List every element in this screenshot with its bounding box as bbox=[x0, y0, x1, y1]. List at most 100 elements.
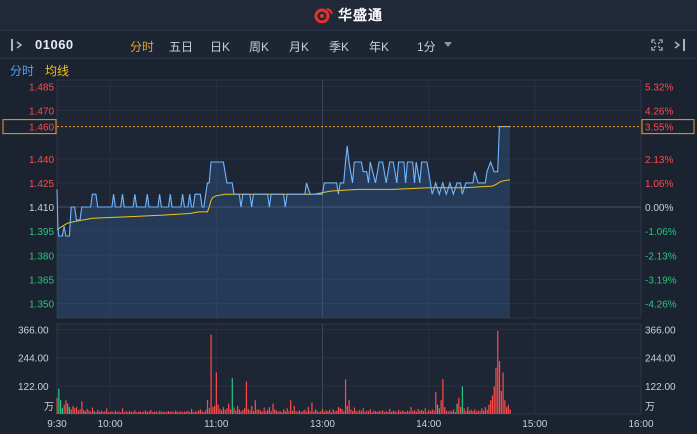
volume-bar bbox=[68, 407, 71, 414]
volume-bar bbox=[481, 408, 483, 414]
volume-bar bbox=[336, 410, 338, 414]
volume-bar bbox=[224, 409, 226, 414]
volume-bar bbox=[258, 409, 260, 414]
volume-bar bbox=[190, 408, 193, 414]
volume-bar bbox=[169, 411, 171, 414]
time-tick-label: 13:00 bbox=[310, 419, 335, 430]
volume-bar bbox=[306, 411, 308, 414]
volume-bar bbox=[408, 411, 410, 414]
volume-bar bbox=[245, 381, 248, 414]
volume-bar bbox=[143, 411, 145, 414]
volume-bar bbox=[148, 411, 150, 414]
volume-bar bbox=[267, 409, 269, 414]
volume-bar bbox=[509, 409, 511, 414]
volume-bar bbox=[406, 410, 409, 414]
volume-bar bbox=[286, 408, 288, 414]
volume-bar bbox=[412, 411, 414, 414]
volume-bar bbox=[373, 410, 375, 414]
percent-tick-label: -1.06% bbox=[645, 227, 677, 238]
volume-bar bbox=[313, 411, 315, 414]
volume-bar bbox=[263, 407, 265, 414]
volume-bar bbox=[136, 412, 138, 414]
volume-bar bbox=[152, 412, 154, 414]
percent-axis-labels: 5.32% 4.26% 2.13% 1.06% 0.00% -1.06% -2.13% -3.… bbox=[641, 82, 695, 311]
volume-bar bbox=[456, 403, 458, 414]
volume-bar bbox=[339, 408, 341, 414]
volume-bar bbox=[125, 411, 127, 414]
volume-bar bbox=[97, 409, 99, 414]
volume-tick-label-right: 122.00 bbox=[645, 382, 676, 393]
volume-bar bbox=[452, 409, 455, 414]
volume-bar bbox=[74, 408, 76, 414]
volume-bar bbox=[376, 411, 379, 414]
volume-bar bbox=[405, 411, 407, 414]
volume-bar bbox=[436, 404, 439, 414]
price-axis-labels: 1.485 1.470 1.440 1.425 1.410 1.395 1.380 1.365… bbox=[2, 82, 57, 311]
volume-bar bbox=[281, 412, 283, 414]
volume-bar bbox=[260, 410, 262, 414]
volume-bar bbox=[164, 412, 166, 414]
volume-bar bbox=[385, 411, 387, 414]
volume-bar bbox=[167, 411, 170, 414]
volume-bar bbox=[491, 395, 494, 414]
volume-bar bbox=[463, 408, 465, 414]
price-tick-label: 1.425 bbox=[29, 179, 54, 190]
volume-bar bbox=[279, 410, 281, 414]
volume-bar bbox=[238, 409, 240, 414]
volume-bar bbox=[201, 411, 203, 414]
volume-bar bbox=[497, 330, 499, 414]
volume-bar bbox=[343, 411, 345, 414]
time-tick-label: 10:00 bbox=[98, 419, 123, 430]
time-tick-label: 14:00 bbox=[416, 419, 441, 430]
volume-bar bbox=[498, 360, 501, 414]
volume-bar bbox=[162, 411, 164, 414]
volume-bar bbox=[470, 409, 472, 414]
volume-tick-label-right: 244.00 bbox=[645, 354, 676, 365]
volume-bar bbox=[265, 411, 267, 414]
volume-bar bbox=[442, 379, 444, 414]
price-tick-label: 1.380 bbox=[29, 251, 54, 262]
volume-bar bbox=[75, 407, 78, 414]
volume-bar bbox=[63, 404, 65, 414]
volume-bar bbox=[141, 412, 143, 414]
volume-bar bbox=[475, 411, 478, 414]
volume-bar bbox=[90, 411, 92, 414]
volume-bar bbox=[196, 411, 198, 414]
volume-bar bbox=[194, 411, 196, 414]
volume-bar bbox=[252, 411, 255, 414]
volume-bar bbox=[104, 411, 106, 414]
volume-bar bbox=[185, 411, 187, 414]
volume-bar bbox=[275, 410, 278, 414]
volume-bar bbox=[272, 403, 274, 414]
volume-bar bbox=[171, 411, 173, 414]
volume-bar bbox=[389, 408, 391, 414]
volume-bar bbox=[198, 410, 200, 414]
percent-tick-label: -3.19% bbox=[645, 275, 677, 286]
volume-bar bbox=[357, 411, 359, 414]
volume-tick-label: 122.00 bbox=[18, 382, 49, 393]
volume-bar bbox=[91, 407, 94, 414]
volume-bar bbox=[367, 411, 370, 414]
volume-bar bbox=[180, 411, 182, 414]
volume-bar bbox=[458, 397, 460, 414]
volume-bar bbox=[383, 412, 386, 414]
volume-bar bbox=[123, 412, 125, 414]
volume-bar bbox=[130, 412, 133, 414]
volume-bar bbox=[251, 405, 253, 414]
intraday-chart[interactable]: 1.485 1.470 1.440 1.425 1.410 1.395 1.380 1.365… bbox=[0, 0, 697, 434]
time-axis-labels: 9:30 10:00 11:00 13:00 14:00 15:00 16:00 bbox=[47, 419, 654, 430]
volume-bar bbox=[486, 409, 488, 414]
volume-bar bbox=[507, 404, 509, 414]
volume-bar bbox=[261, 411, 263, 414]
volume-bar bbox=[146, 411, 148, 414]
volume-bar bbox=[178, 411, 180, 414]
volume-bar bbox=[293, 405, 295, 414]
volume-bar bbox=[396, 412, 398, 414]
volume-bar bbox=[433, 410, 435, 414]
volume-bar bbox=[479, 411, 481, 414]
volume-bar bbox=[390, 411, 393, 414]
price-tick-label: 1.485 bbox=[29, 82, 54, 93]
volume-tick-label: 244.00 bbox=[18, 354, 49, 365]
volume-bar bbox=[369, 409, 371, 414]
volume-bar bbox=[160, 411, 163, 414]
